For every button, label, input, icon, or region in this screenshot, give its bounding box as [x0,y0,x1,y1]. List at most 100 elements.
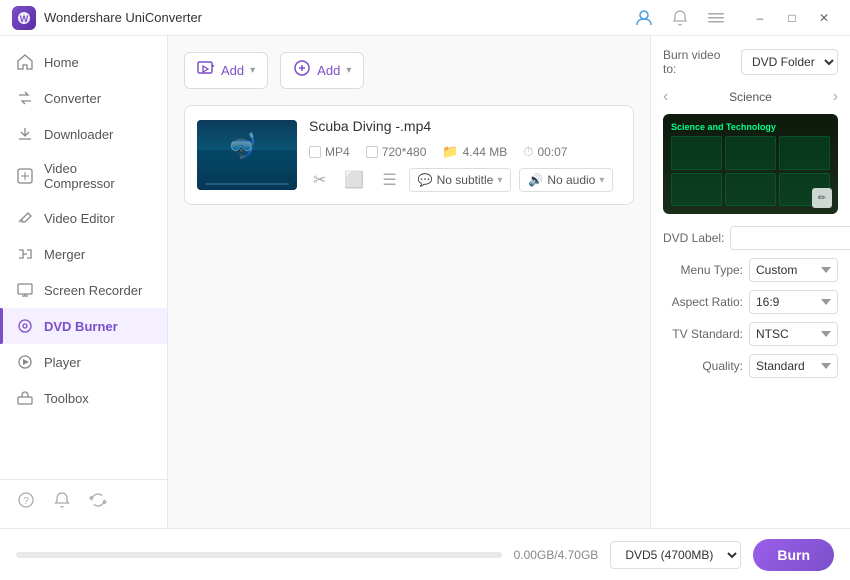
titlebar-icons [630,7,730,29]
resolution-checkbox [366,146,378,158]
cut-button[interactable]: ✂ [309,168,330,192]
burn-to-label: Burn video to: [663,48,733,76]
video-selects: ✂ ⬜ ☰ 💬 No subtitle ▾ 🔊 No audio ▾ [309,168,621,192]
maximize-button[interactable]: □ [778,7,806,29]
audio-select[interactable]: 🔊 No audio ▾ [519,168,613,192]
svg-text:?: ? [23,496,29,507]
quality-select[interactable]: Standard High Low [749,354,838,378]
window-controls: – □ ✕ [746,7,838,29]
grid-cell-1 [671,136,722,170]
crop-button[interactable]: ⬜ [340,168,368,192]
audio-icon: 🔊 [528,173,543,187]
disc-select[interactable]: DVD5 (4700MB) DVD9 (8500MB) [610,541,741,569]
downloader-icon [16,125,34,143]
tv-standard-label: TV Standard: [663,327,743,341]
format-checkbox [309,146,321,158]
video-duration: ⏱ 00:07 [523,144,567,160]
minimize-button[interactable]: – [746,7,774,29]
storage-text: 0.00GB/4.70GB [514,548,599,562]
preview-title: Science [729,90,772,104]
sidebar-item-video-editor[interactable]: Video Editor [0,200,167,236]
sync-icon[interactable] [88,490,108,510]
aspect-ratio-select[interactable]: 16:9 4:3 [749,290,838,314]
preview-edit-button[interactable]: ✏ [812,188,832,208]
help-icon[interactable]: ? [16,490,36,510]
video-format: MP4 [309,145,350,159]
video-action-icons: ✂ ⬜ ☰ [309,168,401,192]
sidebar-bottom: ? [0,479,167,520]
quality-row: Quality: Standard High Low [663,354,838,378]
menu-type-label: Menu Type: [663,263,743,277]
video-title: Scuba Diving -.mp4 [309,118,621,134]
bell-titlebar-icon[interactable] [666,7,694,29]
sidebar: Home Converter Downloader Video Compress… [0,36,168,528]
add-menu-icon [293,59,311,82]
grid-cell-3 [779,136,830,170]
progress-bar [16,552,502,558]
filter-button[interactable]: ☰ [378,168,400,192]
add-menu-arrow: ▾ [346,65,351,76]
subtitle-icon: 💬 [418,173,433,187]
sidebar-item-downloader[interactable]: Downloader [0,116,167,152]
close-button[interactable]: ✕ [810,7,838,29]
dvd-burner-icon [16,317,34,335]
merger-icon [16,245,34,263]
burn-to-select[interactable]: DVD Folder DVD Disc ISO File [741,49,838,75]
add-video-button[interactable]: Add ▾ [184,52,268,89]
right-panel: Burn video to: DVD Folder DVD Disc ISO F… [650,36,850,528]
home-icon [16,53,34,71]
video-list: 🤿 Scuba Diving -.mp4 MP4 720*480 [184,105,634,512]
sidebar-item-screen-recorder[interactable]: Screen Recorder [0,272,167,308]
add-video-icon [197,59,215,82]
menu-icon[interactable] [702,7,730,29]
user-icon[interactable] [630,7,658,29]
grid-cell-4 [671,173,722,207]
add-menu-button[interactable]: Add ▾ [280,52,364,89]
burn-to-row: Burn video to: DVD Folder DVD Disc ISO F… [663,48,838,76]
add-video-label: Add [221,63,244,78]
sidebar-item-toolbox[interactable]: Toolbox [0,380,167,416]
dvd-label-row: DVD Label: [663,226,838,250]
subtitle-select[interactable]: 💬 No subtitle ▾ [409,168,512,192]
preview-next-button[interactable]: › [833,88,838,106]
app-body: Home Converter Downloader Video Compress… [0,36,850,528]
svg-text:W: W [20,14,29,24]
preview-thumb-title: Science and Technology [671,122,830,132]
video-thumbnail: 🤿 [197,120,297,190]
toolbox-icon [16,389,34,407]
video-info: Scuba Diving -.mp4 MP4 720*480 📁 4.44 [309,118,621,192]
converter-icon [16,89,34,107]
burn-button[interactable]: Burn [753,539,834,571]
video-size: 📁 4.44 MB [442,144,507,160]
video-meta: MP4 720*480 📁 4.44 MB ⏱ 00:07 [309,144,621,160]
dvd-label-label: DVD Label: [663,231,724,245]
app-logo: W [12,6,36,30]
compressor-icon [16,167,34,185]
sidebar-item-player[interactable]: Player [0,344,167,380]
editor-icon [16,209,34,227]
preview-grid [671,136,830,206]
subtitle-arrow: ▾ [497,175,502,186]
add-video-arrow: ▾ [250,65,255,76]
preview-thumbnail: Science and Technology ✏ [663,114,838,214]
player-icon [16,353,34,371]
quality-label: Quality: [663,359,743,373]
main-content: Add ▾ Add ▾ 🤿 [168,36,650,528]
sidebar-item-dvd-burner[interactable]: DVD Burner [0,308,167,344]
sidebar-item-home[interactable]: Home [0,44,167,80]
sidebar-item-converter[interactable]: Converter [0,80,167,116]
menu-type-select[interactable]: Custom None Animated [749,258,838,282]
sidebar-item-merger[interactable]: Merger [0,236,167,272]
tv-standard-select[interactable]: NTSC PAL [749,322,838,346]
aspect-ratio-label: Aspect Ratio: [663,295,743,309]
grid-cell-5 [725,173,776,207]
notification-icon[interactable] [52,490,72,510]
preview-nav: ‹ Science › [663,88,838,106]
sidebar-item-video-compressor[interactable]: Video Compressor [0,152,167,200]
preview-prev-button[interactable]: ‹ [663,88,668,106]
dvd-label-input[interactable] [730,226,850,250]
video-resolution: 720*480 [366,145,427,159]
add-menu-label: Add [317,63,340,78]
menu-type-row: Menu Type: Custom None Animated [663,258,838,282]
tv-standard-row: TV Standard: NTSC PAL [663,322,838,346]
